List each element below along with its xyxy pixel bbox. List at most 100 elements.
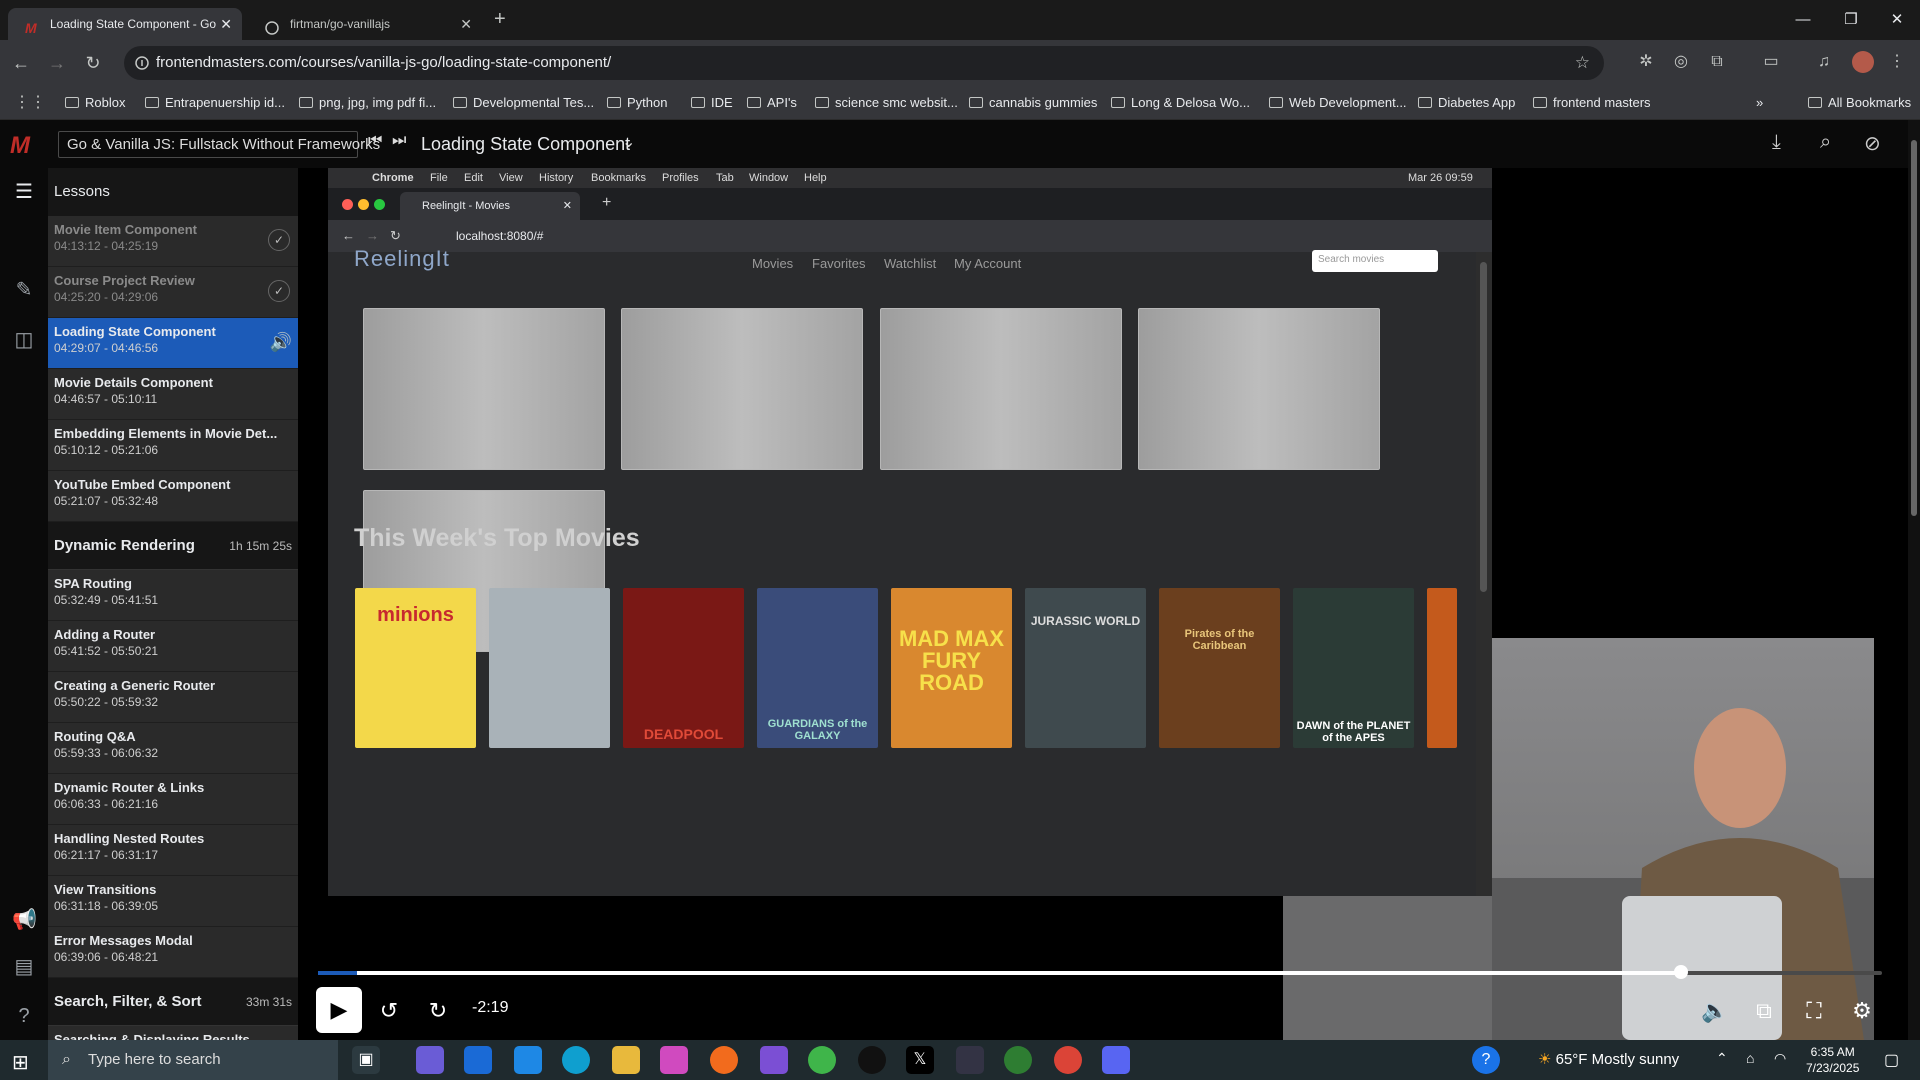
app-icon[interactable] (760, 1046, 788, 1074)
lesson-item[interactable]: Embedding Elements in Movie Det... 05:10:… (48, 420, 298, 471)
bookmark-folder[interactable]: science smc websit... (815, 86, 958, 120)
site-info-icon[interactable] (134, 55, 150, 71)
course-title-button[interactable]: Go & Vanilla JS: Fullstack Without Frame… (58, 131, 380, 158)
bookmark-folder[interactable]: API's (747, 86, 797, 120)
close-window-icon[interactable]: ✕ (1874, 0, 1920, 40)
minimize-icon[interactable]: — (1780, 0, 1826, 40)
more-bookmarks-icon[interactable]: » (1756, 86, 1763, 120)
hide-eye-icon[interactable]: ⊘ (1864, 131, 1881, 156)
copilot-icon[interactable] (416, 1046, 444, 1074)
forward-skip-icon[interactable]: ↻ (423, 996, 453, 1026)
browser-tab-active[interactable]: M Loading State Component - Go ✕ (8, 8, 242, 40)
apps-grid-icon[interactable]: ⋮⋮ (14, 92, 46, 114)
firefox-icon[interactable] (710, 1046, 738, 1074)
app-icon[interactable] (808, 1046, 836, 1074)
mail-icon[interactable] (464, 1046, 492, 1074)
check-icon[interactable]: ✓ (268, 229, 290, 251)
m365-icon[interactable] (660, 1046, 688, 1074)
media-control-icon[interactable]: ♫ (1813, 51, 1835, 73)
file-explorer-icon[interactable] (612, 1046, 640, 1074)
bookmark-folder[interactable]: frontend masters (1533, 86, 1651, 120)
help-icon[interactable]: ? (12, 1004, 36, 1028)
bookmark-folder[interactable]: IDE (691, 86, 733, 120)
announcements-icon[interactable]: 📢 (12, 908, 37, 932)
extension-icon[interactable]: ◎ (1670, 51, 1692, 73)
lesson-item[interactable]: Routing Q&A 05:59:33 - 06:06:32 (48, 723, 298, 774)
lessons-icon[interactable]: ☰ (12, 180, 36, 204)
windows-start-icon[interactable]: ⊞ (12, 1050, 29, 1075)
next-lesson-icon[interactable]: ⏭ (392, 132, 406, 150)
close-tab-icon[interactable]: ✕ (460, 8, 472, 40)
bookmark-folder[interactable]: Diabetes App (1418, 86, 1515, 120)
help-icon[interactable]: ? (1472, 1046, 1500, 1074)
chrome-icon[interactable] (1004, 1046, 1032, 1074)
transcript-icon[interactable]: ◫ (12, 328, 36, 352)
extension-icon[interactable]: ✲ (1635, 51, 1657, 73)
page-scroll-thumb[interactable] (1911, 140, 1917, 516)
lesson-item[interactable]: Movie Details Component 04:46:57 - 05:10:… (48, 369, 298, 420)
lesson-item[interactable]: Dynamic Router & Links 06:06:33 - 06:21:1… (48, 774, 298, 825)
fullscreen-icon[interactable]: ⛶ (1799, 996, 1829, 1026)
bookmark-folder[interactable]: Developmental Tes... (453, 86, 594, 120)
weather-widget[interactable]: ☀ 65°F Mostly sunny (1538, 1040, 1679, 1080)
progress-scrubber-handle[interactable] (1674, 965, 1688, 979)
page-scrollbar[interactable] (1908, 120, 1920, 1040)
section-header[interactable]: Dynamic Rendering 1h 15m 25s (48, 522, 298, 570)
lesson-item[interactable]: View Transitions 06:31:18 - 06:39:05 (48, 876, 298, 927)
play-button[interactable]: ▶ (316, 987, 362, 1033)
close-tab-icon[interactable]: ✕ (220, 8, 232, 40)
address-bar[interactable]: frontendmasters.com/courses/vanilla-js-g… (124, 46, 1604, 80)
lesson-item[interactable]: Error Messages Modal 06:39:06 - 06:48:21 (48, 927, 298, 978)
section-header[interactable]: Search, Filter, & Sort 33m 31s (48, 978, 298, 1026)
all-bookmarks-folder[interactable]: All Bookmarks (1808, 86, 1911, 120)
bookmark-folder[interactable]: cannabis gummies (969, 86, 1097, 120)
video-progress-bar[interactable] (318, 971, 1882, 975)
tab-search-icon[interactable]: ▭ (1760, 51, 1782, 73)
taskbar-clock[interactable]: 6:35 AM 7/23/2025 (1806, 1044, 1859, 1076)
check-icon[interactable]: ✓ (268, 280, 290, 302)
wifi-icon[interactable]: ◠ (1774, 1050, 1786, 1067)
notifications-icon[interactable]: ▢ (1884, 1050, 1899, 1070)
volume-icon[interactable]: 🔈 (1700, 996, 1730, 1026)
edge-icon[interactable] (562, 1046, 590, 1074)
lesson-item[interactable]: YouTube Embed Component 05:21:07 - 05:32:… (48, 471, 298, 522)
chevron-down-icon[interactable]: ⌄ (622, 132, 635, 152)
download-icon[interactable]: ⤓ (1772, 131, 1781, 154)
extensions-puzzle-icon[interactable]: ⧉ (1706, 51, 1728, 73)
reload-icon[interactable]: ↻ (78, 48, 108, 78)
search-icon[interactable]: ⌕ (1820, 131, 1831, 154)
chrome-icon[interactable] (1054, 1046, 1082, 1074)
lesson-item[interactable]: Adding a Router 05:41:52 - 05:50:21 (48, 621, 298, 672)
lesson-item[interactable]: Movie Item Component 04:13:12 - 04:25:19 ✓ (48, 216, 298, 267)
bookmark-star-icon[interactable]: ☆ (1575, 46, 1590, 80)
bookmark-folder[interactable]: Entrapenuership id... (145, 86, 285, 120)
settings-gear-icon[interactable]: ⚙ (1847, 996, 1877, 1026)
fm-logo[interactable]: M (10, 132, 30, 160)
lesson-item-current[interactable]: Loading State Component 04:29:07 - 04:46:… (48, 318, 298, 369)
discord-icon[interactable] (1102, 1046, 1130, 1074)
bookmark-folder[interactable]: Python (607, 86, 667, 120)
store-icon[interactable] (514, 1046, 542, 1074)
browser-tab-github[interactable]: firtman/go-vanillajs ✕ (248, 8, 482, 40)
lesson-item[interactable]: Creating a Generic Router 05:50:22 - 05:5… (48, 672, 298, 723)
bookmark-folder[interactable]: Long & Delosa Wo... (1111, 86, 1250, 120)
chrome-menu-icon[interactable]: ⋮ (1886, 51, 1908, 73)
terminal-icon[interactable] (956, 1046, 984, 1074)
back-icon[interactable]: ← (6, 48, 36, 78)
picture-in-picture-icon[interactable]: ⧉ (1749, 996, 1779, 1026)
bookmark-folder[interactable]: png, jpg, img pdf fi... (299, 86, 436, 120)
taskbar-search-input[interactable]: ⌕ Type here to search (48, 1040, 338, 1080)
profile-avatar[interactable] (1852, 51, 1874, 73)
rewind-icon[interactable]: ↺ (374, 996, 404, 1026)
previous-lesson-icon[interactable]: ⏮ (368, 132, 382, 150)
chevron-up-icon[interactable]: ⌃ (1716, 1050, 1728, 1067)
current-lesson-title[interactable]: Loading State Component (421, 131, 630, 158)
forward-icon[interactable]: → (42, 48, 72, 78)
lesson-item[interactable]: Searching & Displaying Results (48, 1026, 298, 1040)
lesson-item[interactable]: Course Project Review 04:25:20 - 04:29:06… (48, 267, 298, 318)
restore-icon[interactable]: ❐ (1828, 0, 1874, 40)
x-icon[interactable]: 𝕏 (906, 1046, 934, 1074)
lesson-item[interactable]: Handling Nested Routes 06:21:17 - 06:31:1… (48, 825, 298, 876)
lesson-item[interactable]: SPA Routing 05:32:49 - 05:41:51 (48, 570, 298, 621)
network-icon[interactable]: ⌂ (1746, 1050, 1754, 1066)
